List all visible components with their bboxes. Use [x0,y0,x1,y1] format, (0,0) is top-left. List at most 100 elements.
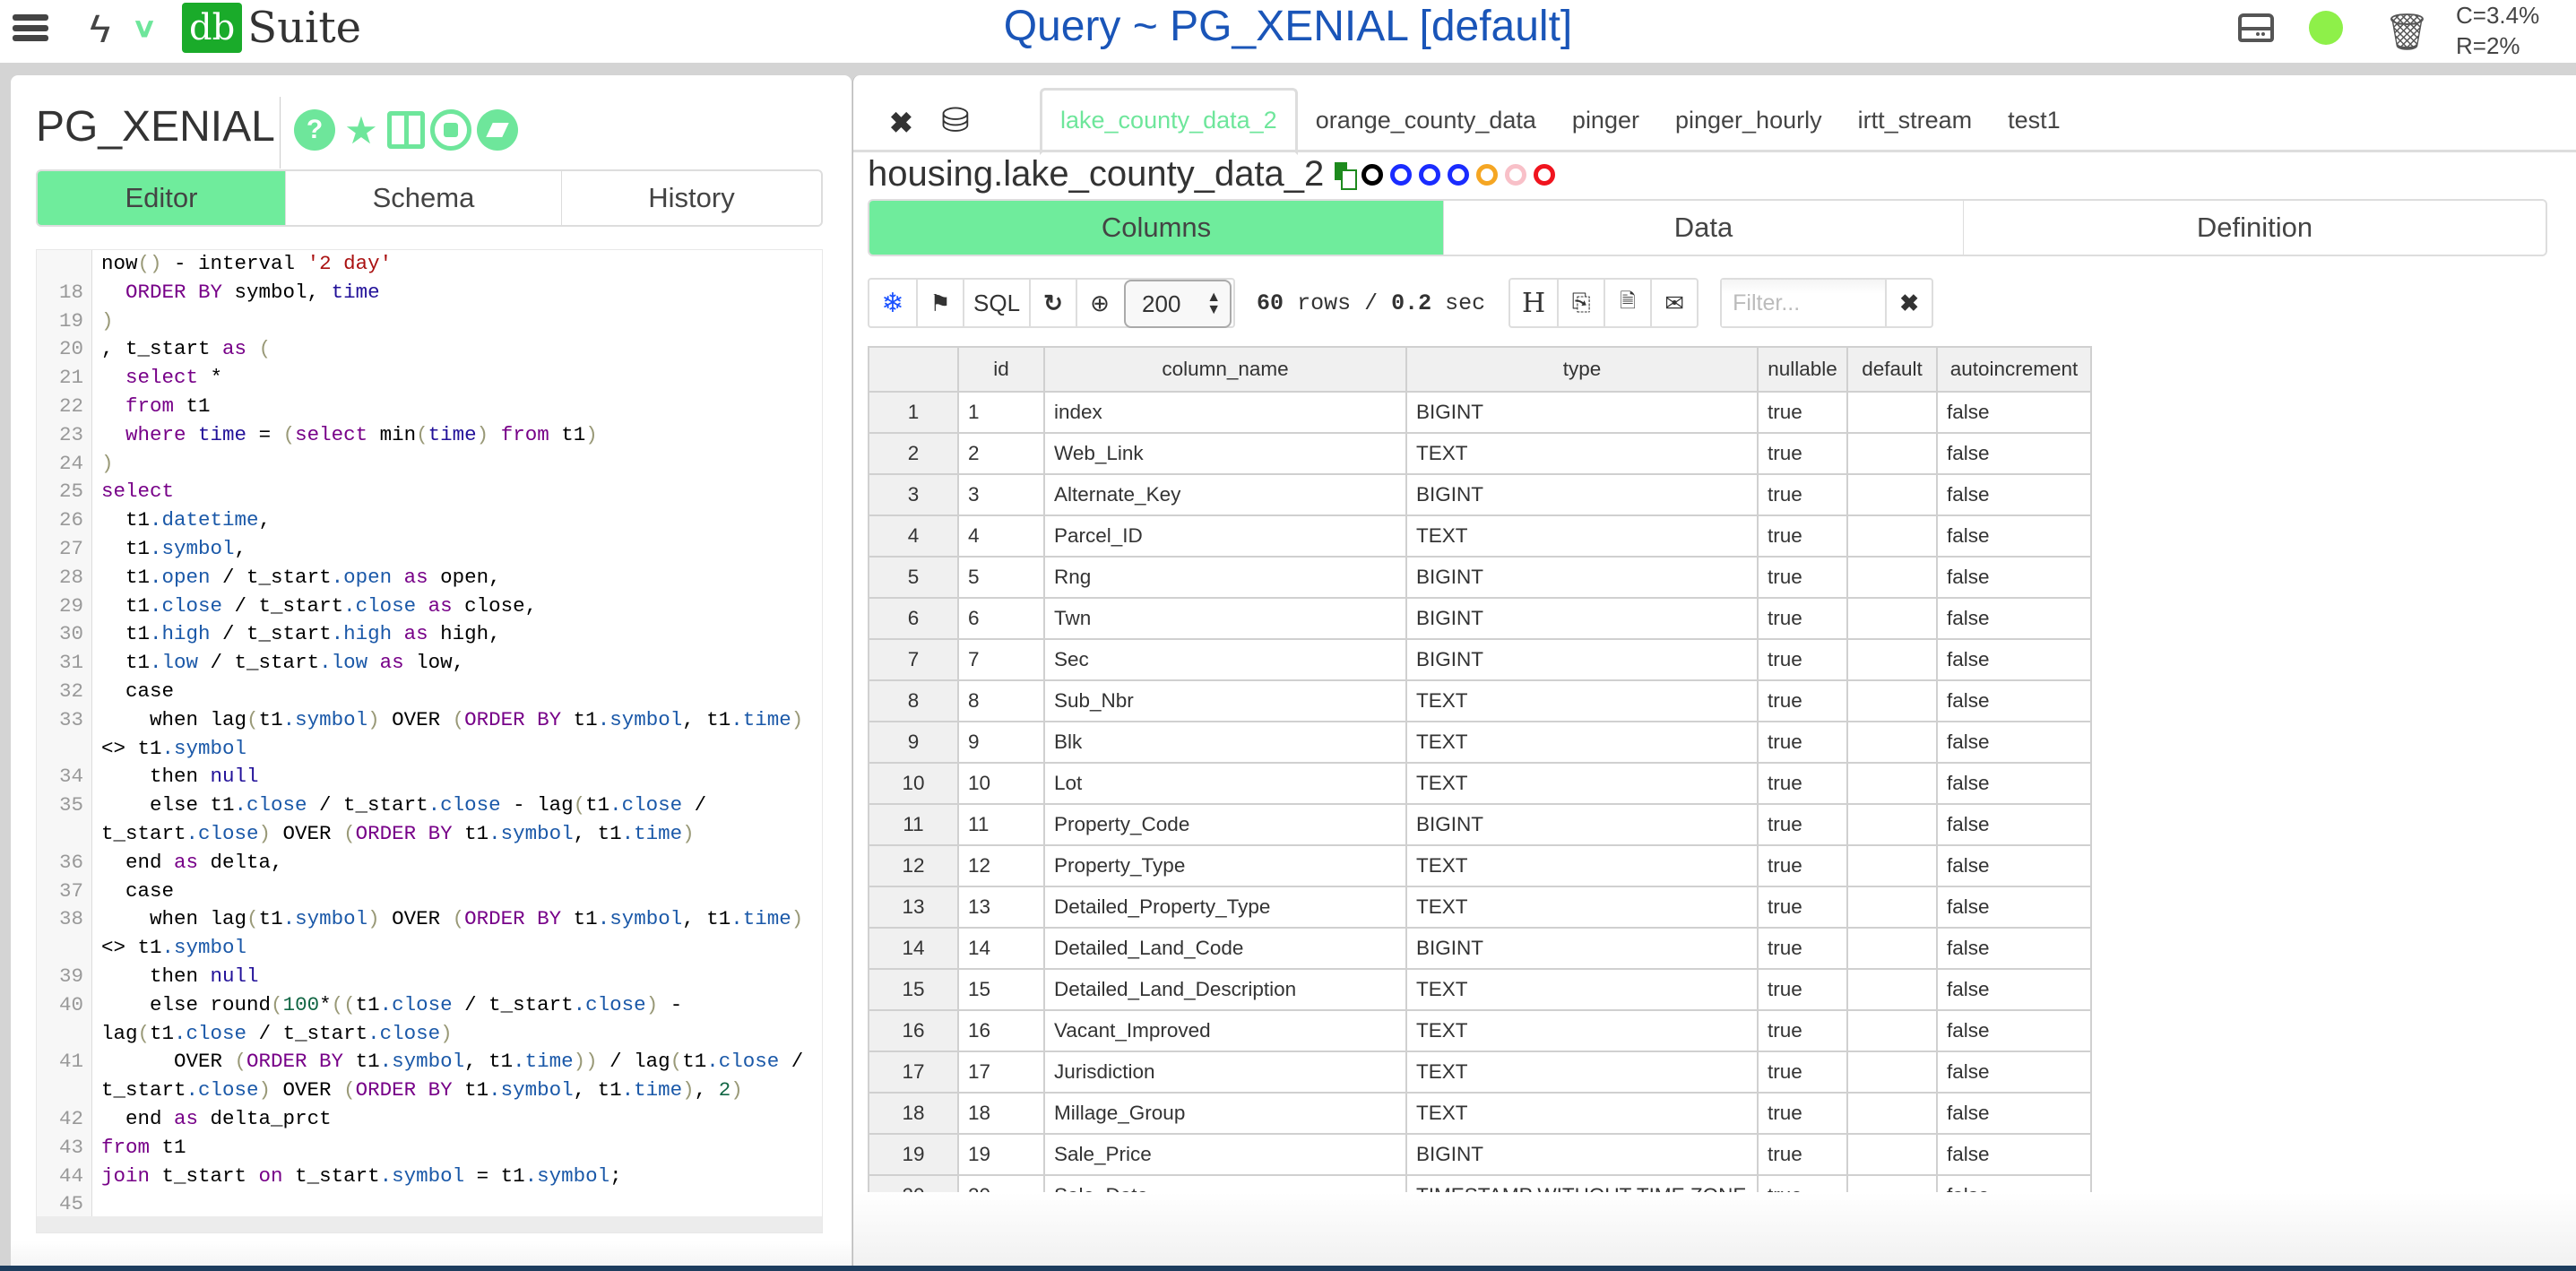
spinner-arrows-icon[interactable]: ▲ ▼ [1206,290,1221,317]
tab-pinger-hourly[interactable]: pinger_hourly [1657,88,1840,152]
trash-icon[interactable]: 🗑︎ [2384,11,2430,53]
table-row[interactable]: 5 5 Rng BIGINT true false [868,556,2092,599]
tab-schema[interactable]: Schema [285,171,561,225]
table-row[interactable]: 13 13 Detailed_Property_Type TEXT true false [868,886,2092,929]
code-line[interactable]: 25 select [37,478,822,506]
row-number[interactable]: 11 [868,803,959,846]
row-number[interactable]: 14 [868,927,959,970]
column-header[interactable] [868,346,959,393]
code-text[interactable]: select * [92,364,818,393]
tab-orange-county-data[interactable]: orange_county_data [1298,88,1554,152]
code-line[interactable]: 27 t1.symbol, [37,535,822,564]
code-text[interactable]: t1.symbol, [92,535,818,564]
table-row[interactable]: 17 17 Jurisdiction TEXT true false [868,1051,2092,1094]
row-number[interactable]: 10 [868,762,959,805]
horizontal-scrollbar[interactable] [37,1216,822,1232]
lifebuoy-icon[interactable] [1361,163,1384,186]
lifebuoy-icon[interactable] [1505,163,1527,186]
lifebuoy-icon[interactable] [1448,163,1470,186]
table-row[interactable]: 2020Sale_DateTIMESTAMP WITHOUT TIME ZONE… [868,1174,2092,1192]
tab-history[interactable]: History [561,171,821,225]
close-icon[interactable]: ✖ [889,106,913,140]
row-number[interactable]: 6 [868,597,959,640]
table-row[interactable]: 18 18 Millage_Group TEXT true false [868,1092,2092,1135]
eraser-icon[interactable] [477,109,518,151]
row-number[interactable]: 3 [868,473,959,516]
star-icon[interactable]: ★ [341,109,382,151]
refresh-icon[interactable]: ↻ [1029,280,1076,326]
excel-file-icon[interactable]: 🗎︎ [1604,280,1650,326]
code-text[interactable]: join t_start on t_start.symbol = t1.symb… [92,1163,818,1191]
code-text[interactable]: t1.close / t_start.close as close, [92,592,818,621]
code-line[interactable]: 43 from t1 [37,1134,822,1163]
clear-filter-icon[interactable]: ✖ [1885,280,1932,326]
row-number[interactable]: 9 [868,721,959,764]
code-line[interactable]: 39 then null [37,963,822,991]
code-text[interactable]: then null [92,763,818,791]
code-line[interactable]: 30 t1.high / t_start.high as high, [37,620,822,649]
code-text[interactable]: select [92,478,818,506]
row-number[interactable]: 16 [868,1009,959,1052]
code-lines[interactable]: now() - interval '2 day' 18 ORDER BY symb… [37,250,822,1219]
row-number[interactable]: 12 [868,844,959,887]
code-line[interactable]: 28 t1.open / t_start.open as open, [37,564,822,592]
code-line[interactable]: 40 else round(100*((t1.close / t_start.c… [37,991,822,1049]
help-icon[interactable]: ? [294,109,335,151]
code-line[interactable]: 31 t1.low / t_start.low as low, [37,649,822,678]
code-line[interactable]: 26 t1.datetime, [37,506,822,535]
table-row[interactable]: 16 16 Vacant_Improved TEXT true false [868,1009,2092,1052]
table-row[interactable]: 12 12 Property_Type TEXT true false [868,844,2092,887]
code-text[interactable]: case [92,878,818,906]
tab-definition[interactable]: Definition [1963,201,2546,255]
code-line[interactable]: now() - interval '2 day' [37,250,822,279]
code-text[interactable]: then null [92,963,818,991]
table-row[interactable]: 14 14 Detailed_Land_Code BIGINT true false [868,927,2092,970]
row-number[interactable]: 5 [868,556,959,599]
tab-lake-county-data-2[interactable]: lake_county_data_2 [1040,88,1298,155]
row-number[interactable]: 2 [868,432,959,475]
code-line[interactable]: 29 t1.close / t_start.close as close, [37,592,822,621]
chevron-down-icon[interactable]: ∨ [132,13,158,44]
code-line[interactable]: 33 when lag(t1.symbol) OVER (ORDER BY t1… [37,706,822,764]
row-number[interactable]: 8 [868,679,959,722]
code-text[interactable]: OVER (ORDER BY t1.symbol, t1.time)) / la… [92,1048,818,1105]
row-number[interactable]: 19 [868,1133,959,1176]
row-number[interactable]: 18 [868,1092,959,1135]
code-line[interactable]: 23 where time = (select min(time) from t… [37,421,822,450]
code-text[interactable]: t1.open / t_start.open as open, [92,564,818,592]
code-text[interactable]: ) [92,450,818,479]
code-line[interactable]: 22 from t1 [37,393,822,421]
flag-icon[interactable]: ⚑ [916,280,963,326]
code-text[interactable]: ORDER BY symbol, time [92,279,818,307]
code-line[interactable]: 19) [37,307,822,336]
code-text[interactable]: when lag(t1.symbol) OVER (ORDER BY t1.sy… [92,905,818,963]
table-row[interactable]: 7 7 Sec BIGINT true false [868,638,2092,681]
code-text[interactable]: t1.low / t_start.low as low, [92,649,818,678]
table-row[interactable]: 9 9 Blk TEXT true false [868,721,2092,764]
lifebuoy-icon[interactable] [1419,163,1441,186]
code-line[interactable]: 36 end as delta, [37,849,822,878]
database-icon[interactable]: ⛁ [941,100,970,141]
table-row[interactable]: 3 3 Alternate_Key BIGINT true false [868,473,2092,516]
code-text[interactable]: , t_start as ( [92,335,818,364]
lightning-icon[interactable]: ϟ [90,7,110,52]
columns-grid[interactable]: id column_name type nullable default autoincr… [868,346,2122,1192]
tab-pinger[interactable]: pinger [1554,88,1657,152]
code-text[interactable] [92,1190,818,1219]
code-text[interactable]: where time = (select min(time) from t1) [92,421,818,450]
row-number[interactable]: 20 [868,1174,959,1192]
column-header[interactable]: nullable [1757,346,1848,393]
sql-button[interactable]: SQL [963,280,1029,326]
code-text[interactable]: t1.datetime, [92,506,818,535]
lifebuoy-icon[interactable] [1534,163,1556,186]
row-number[interactable]: 13 [868,886,959,929]
code-text[interactable]: from t1 [92,1134,818,1163]
table-row[interactable]: 15 15 Detailed_Land_Description TEXT true fal… [868,968,2092,1011]
row-limit-spinner[interactable]: 200 ▲ ▼ [1124,280,1232,328]
row-number[interactable]: 7 [868,638,959,681]
code-text[interactable]: now() - interval '2 day' [92,250,818,279]
stop-icon[interactable] [430,109,471,151]
code-line[interactable]: 34 then null [37,763,822,791]
code-line[interactable]: 37 case [37,878,822,906]
code-text[interactable]: else round(100*((t1.close / t_start.clos… [92,991,818,1049]
